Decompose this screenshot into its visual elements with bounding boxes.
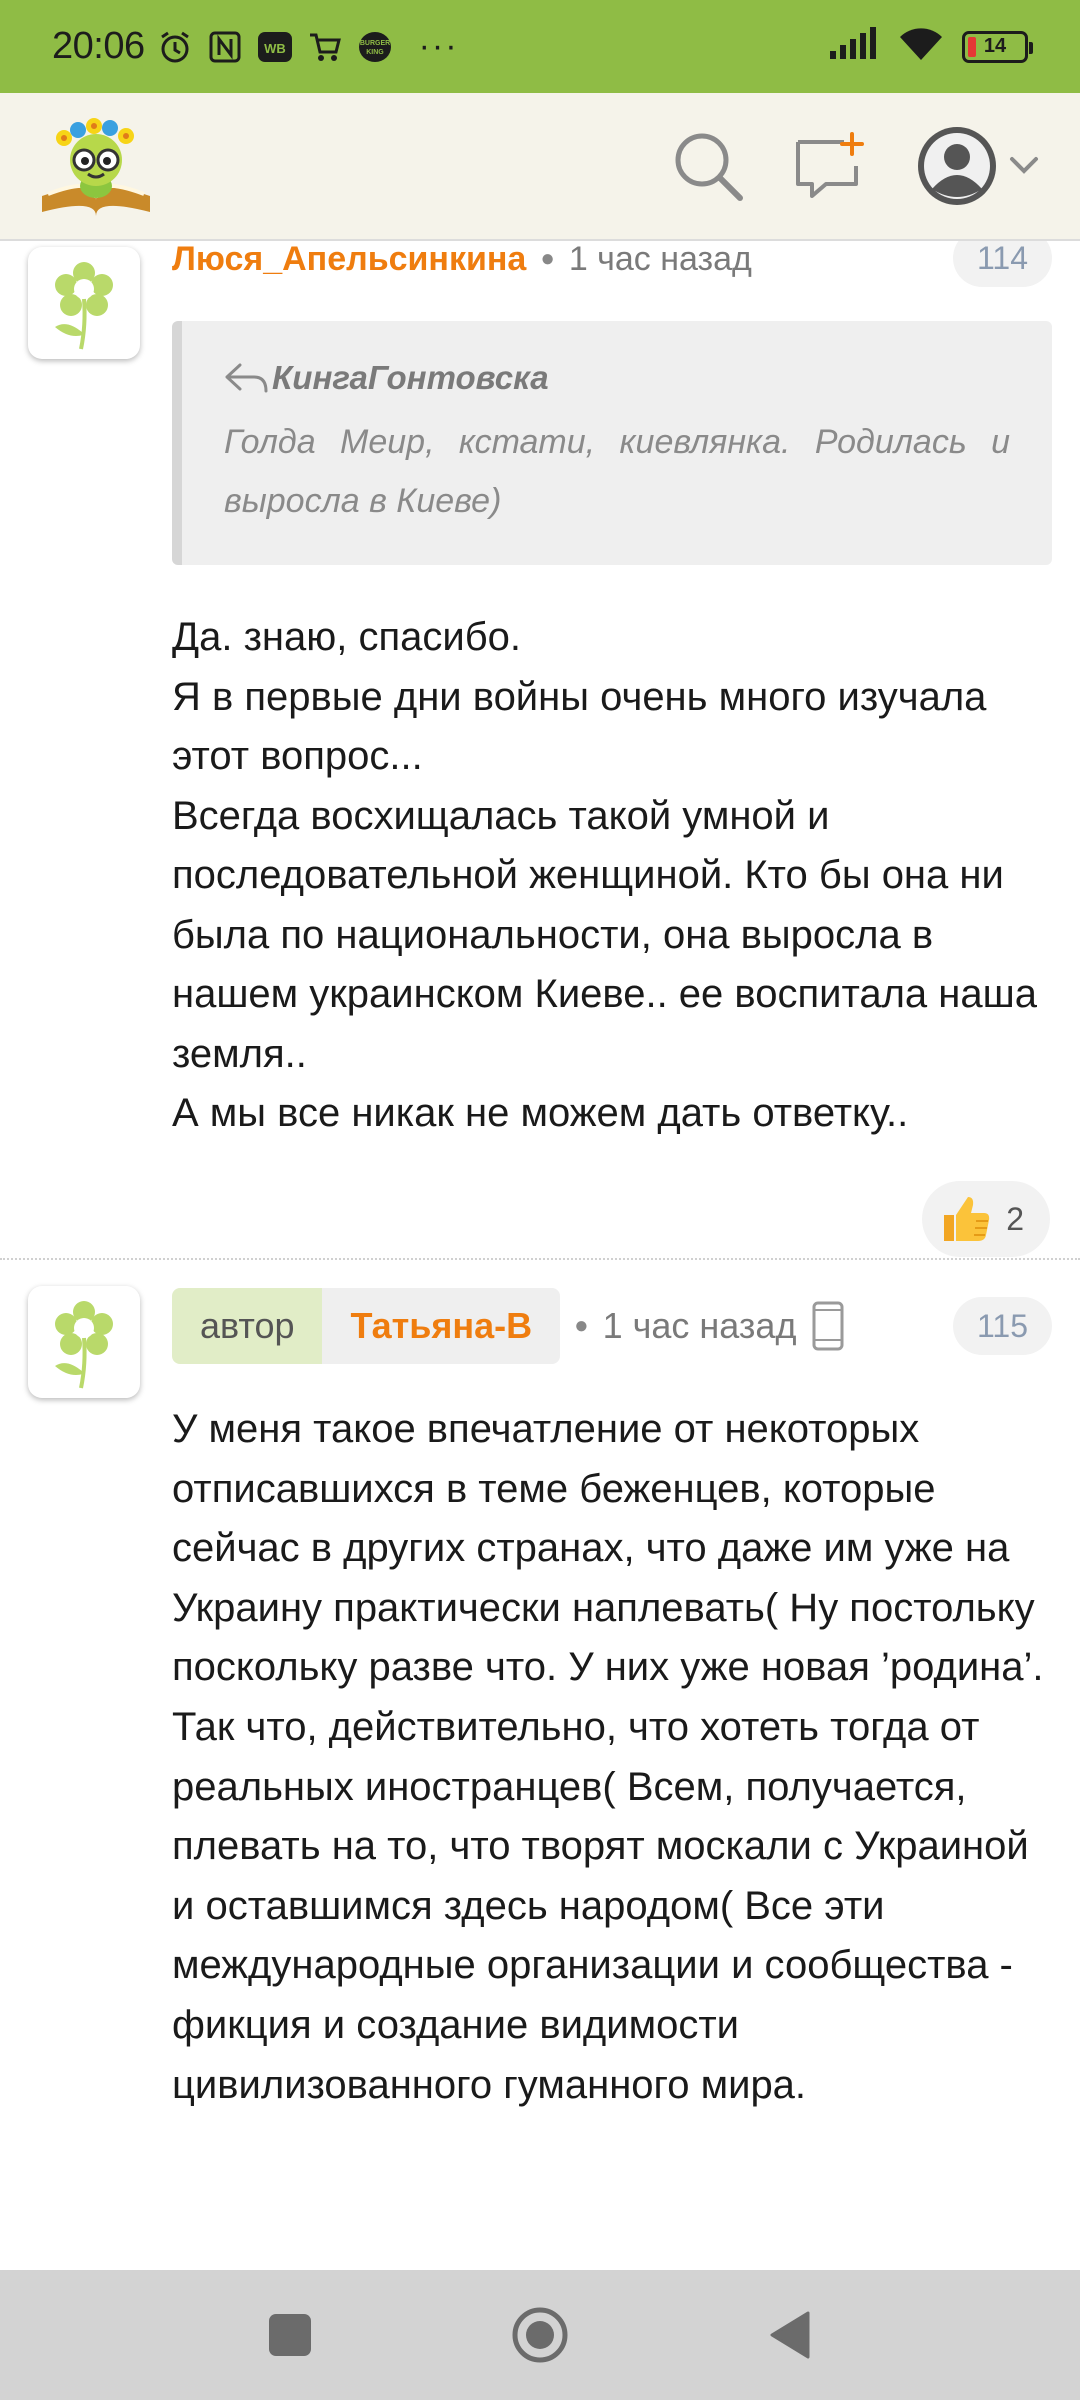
- status-time: 20:06: [52, 25, 145, 67]
- comment-author[interactable]: Татьяна-В: [322, 1288, 561, 1364]
- avatar[interactable]: [28, 1286, 140, 1398]
- comment-time: 1 час назад: [568, 241, 752, 278]
- avatar[interactable]: [28, 247, 140, 359]
- wildberries-icon: WB: [255, 27, 295, 67]
- more-notifications-icon: ···: [418, 27, 459, 65]
- battery-level: 14: [983, 35, 1007, 57]
- status-system-icons: 14: [828, 26, 1033, 67]
- svg-text:WB: WB: [264, 41, 286, 56]
- recent-apps-button[interactable]: [250, 2295, 330, 2375]
- like-button[interactable]: 2: [922, 1181, 1050, 1257]
- quote-author[interactable]: КингаГонтовска: [272, 359, 549, 397]
- comment-line: А мы все никак не можем дать ответку..: [172, 1091, 909, 1135]
- quote-block: КингаГонтовска Голда Меир, кстати, киевл…: [172, 321, 1052, 565]
- comment-body: Да. знаю, спасибо. Я в первые дни войны …: [172, 608, 1052, 1144]
- author-badge[interactable]: автор Татьяна-В: [172, 1288, 561, 1364]
- comment-time: 1 час назад: [602, 1305, 797, 1346]
- bookworm-logo-icon[interactable]: [34, 116, 158, 216]
- status-notification-icons: WB BURGER KING ···: [155, 27, 459, 67]
- back-button[interactable]: [750, 2295, 830, 2375]
- mobile-device-icon: [812, 1301, 844, 1351]
- status-bar: 20:06 WB BURGER KING ··· 14: [0, 0, 1080, 93]
- search-icon[interactable]: [672, 130, 744, 202]
- separator-dot: ●: [540, 245, 555, 272]
- profile-menu-button[interactable]: [916, 125, 1046, 207]
- quote-author-line: КингаГонтовска: [224, 359, 1010, 397]
- svg-text:BURGER: BURGER: [359, 40, 389, 47]
- thumbs-up-icon: [944, 1197, 990, 1241]
- comment-114: Люся_Апельсинкина ● 1 час назад 114 Кинг…: [0, 241, 1080, 1257]
- like-count: 2: [1006, 1200, 1024, 1237]
- alarm-icon: [155, 27, 195, 67]
- comment-body: У меня такое впечатление от некоторых от…: [172, 1407, 1044, 2107]
- comment-author[interactable]: Люся_Апельсинкина: [172, 241, 526, 279]
- cart-icon: [305, 27, 345, 67]
- reply-arrow-icon: [225, 363, 268, 393]
- comment-header: Люся_Апельсинкина ● 1 час назад: [172, 241, 752, 279]
- comment-number[interactable]: 115: [952, 1297, 1052, 1355]
- nfc-icon: [205, 27, 245, 67]
- home-button[interactable]: [500, 2295, 580, 2375]
- app-header: [0, 93, 1080, 241]
- comment-line: Всегда восхищалась такой умной и последо…: [172, 793, 1037, 1076]
- comments-feed[interactable]: Люся_Апельсинкина ● 1 час назад 114 Кинг…: [0, 241, 1080, 2269]
- comment-header: автор Татьяна-В ● 1 час назад: [172, 1288, 846, 1364]
- comment-115: автор Татьяна-В ● 1 час назад 115 У меня…: [0, 1259, 1080, 2269]
- header-actions: [672, 125, 1046, 207]
- quote-text: Голда Меир, кстати, киевлянка. Родилась …: [224, 423, 1010, 520]
- add-comment-icon[interactable]: [794, 130, 866, 202]
- wifi-icon: [898, 26, 944, 67]
- battery-icon: 14: [962, 30, 1033, 63]
- comment-number[interactable]: 114: [952, 241, 1052, 287]
- signal-icon: [828, 27, 880, 66]
- svg-text:KING: KING: [366, 49, 384, 56]
- comment-line: Да. знаю, спасибо.: [172, 615, 521, 659]
- separator-dot: ●: [574, 1312, 589, 1339]
- comment-line: Я в первые дни войны очень много изучала…: [172, 674, 987, 779]
- author-role-label: автор: [172, 1288, 323, 1364]
- burger-king-icon: BURGER KING: [355, 27, 395, 67]
- system-navigation-bar: [0, 2270, 1080, 2400]
